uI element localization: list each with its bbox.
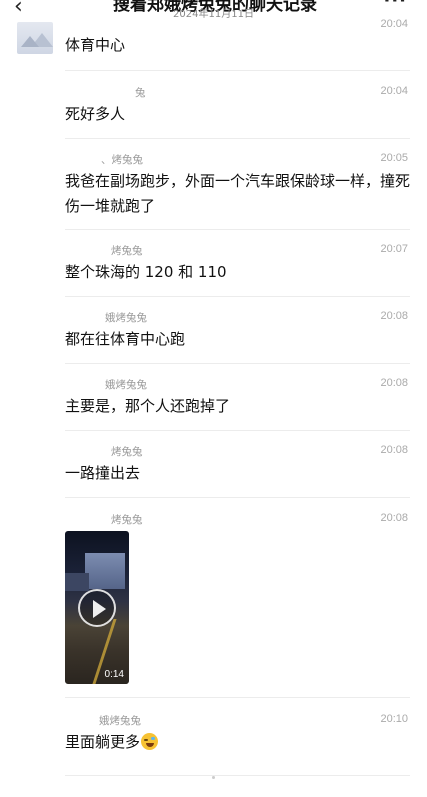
chat-message: 娥烤兔兔 20:10 里面躺更多 (65, 713, 410, 758)
message-divider (65, 363, 410, 364)
message-sender: 娥烤兔兔 (105, 312, 147, 324)
chat-message: 、烤兔兔 20:05 我爸在副场跑步，外面一个汽车跟保龄球一样，撞死伤一堆就跑了 (65, 152, 410, 222)
message-sender: 娥烤兔兔 (105, 379, 147, 391)
play-icon[interactable] (78, 589, 116, 627)
message-divider (65, 430, 410, 431)
message-time: 20:10 (380, 713, 408, 725)
message-divider (65, 697, 410, 698)
avatar-mountain-shape (21, 36, 39, 47)
message-text: 都在往体育中心跑 (65, 330, 186, 348)
message-sender: 烤兔兔 (111, 514, 143, 526)
laugh-cry-emoji-icon (141, 733, 159, 750)
message-time: 20:08 (380, 444, 408, 456)
chat-message: 烤兔兔 20:07 整个珠海的 120 和 110 (65, 243, 410, 288)
video-scene-building (85, 553, 125, 589)
more-dots-icon[interactable]: ··· (383, 0, 407, 11)
message-divider (65, 296, 410, 297)
message-text: 主要是，那个人还跑掉了 (65, 397, 231, 415)
message-divider (65, 138, 410, 139)
message-time: 20:07 (380, 243, 408, 255)
message-text: 整个珠海的 120 和 110 (65, 263, 227, 281)
message-text: 死好多人 (65, 105, 126, 123)
chat-message: 娥烤兔兔 20:08 都在往体育中心跑 (65, 310, 410, 355)
message-text-content: 里面躺更多 (65, 733, 141, 751)
message-divider (65, 497, 410, 498)
avatar[interactable] (17, 22, 53, 54)
message-sender: 娥烤兔兔 (99, 715, 141, 727)
message-divider (65, 775, 410, 776)
message-divider (65, 70, 410, 71)
chat-message: 娥烤兔兔 20:08 主要是，那个人还跑掉了 (65, 377, 410, 422)
message-sender: 烤兔兔 (111, 245, 143, 257)
chat-message: 20:04 体育中心 (65, 18, 410, 58)
chat-message: 兔 20:04 死好多人 (65, 85, 410, 130)
message-time: 20:08 (380, 512, 408, 524)
chat-message: 烤兔兔 20:08 一路撞出去 (65, 444, 410, 489)
scroll-indicator (212, 776, 215, 779)
message-divider (65, 229, 410, 230)
video-scene-building (65, 573, 89, 591)
message-sender: 兔 (135, 87, 146, 99)
message-text: 我爸在副场跑步，外面一个汽车跟保龄球一样，撞死伤一堆就跑了 (65, 172, 411, 215)
message-time: 20:04 (380, 85, 408, 97)
video-duration: 0:14 (104, 669, 124, 680)
message-text: 里面躺更多 (65, 730, 410, 755)
message-text: 一路撞出去 (65, 464, 141, 482)
message-time: 20:08 (380, 310, 408, 322)
message-sender: 烤兔兔 (111, 446, 143, 458)
message-time: 20:08 (380, 377, 408, 389)
video-thumbnail[interactable]: 0:14 (65, 531, 129, 684)
message-time: 20:05 (380, 152, 408, 164)
message-time: 20:04 (380, 18, 408, 30)
message-sender: 、烤兔兔 (101, 154, 143, 166)
message-text: 体育中心 (65, 36, 126, 54)
chat-message: 烤兔兔 20:08 (65, 512, 410, 532)
